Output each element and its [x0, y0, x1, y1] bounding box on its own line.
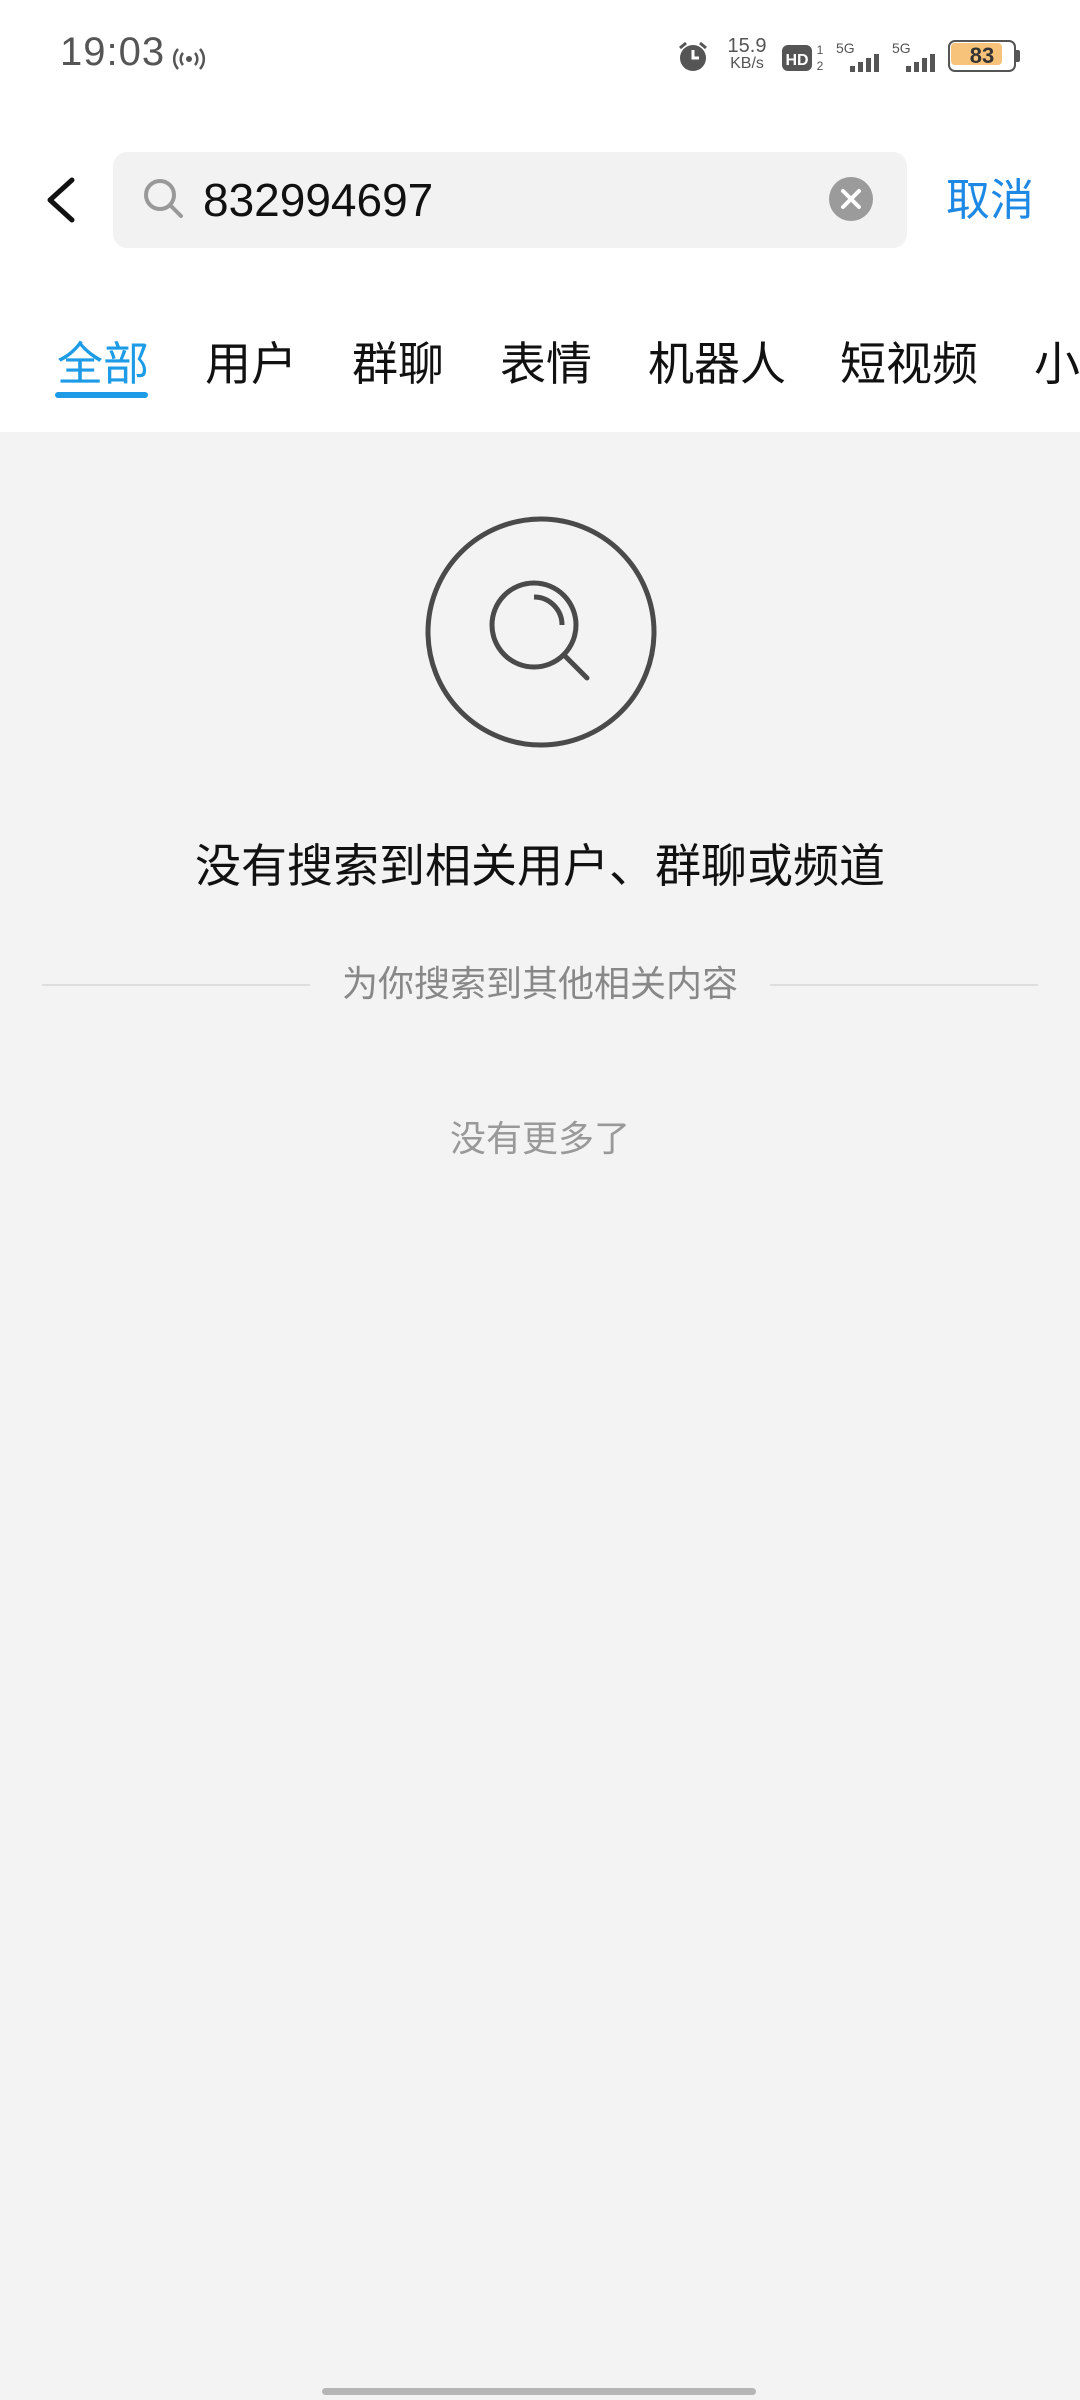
tab-users[interactable]: 用户 — [205, 328, 297, 394]
tab-all[interactable]: 全部 — [57, 328, 149, 394]
empty-search-icon — [425, 516, 657, 748]
home-indicator[interactable] — [322, 2388, 756, 2395]
search-icon — [144, 179, 183, 218]
battery-tip — [1016, 50, 1020, 62]
hd-icon: HD 1 2 — [782, 43, 824, 73]
divider-line-left — [42, 984, 310, 986]
no-more-text: 没有更多了 — [449, 1119, 630, 1160]
svg-text:1: 1 — [817, 43, 824, 57]
alarm-icon — [679, 41, 707, 71]
related-divider: 为你搜索到其他相关内容 — [42, 960, 1038, 1010]
search-box[interactable] — [113, 152, 907, 248]
status-time: 19:03 — [60, 30, 166, 74]
tab-group-chats[interactable]: 群聊 — [352, 328, 444, 394]
net-speed: 15.9 KB/s — [722, 36, 772, 72]
empty-result-message: 没有搜索到相关用户、群聊或频道 — [195, 839, 885, 893]
cancel-button[interactable]: 取消 — [946, 166, 1034, 236]
divider-line-right — [770, 984, 1038, 986]
tab-stickers[interactable]: 表情 — [500, 328, 592, 394]
net-speed-unit: KB/s — [730, 55, 764, 72]
hotspot-icon — [173, 48, 205, 70]
signal-sim1-icon: 5G — [836, 40, 879, 72]
sim2-label: 5G — [892, 40, 911, 56]
svg-text:2: 2 — [817, 59, 824, 73]
sim1-label: 5G — [836, 40, 855, 56]
back-arrow-icon[interactable] — [36, 160, 96, 240]
net-speed-value: 15.9 — [727, 35, 767, 57]
battery-icon: 83 — [948, 40, 1020, 72]
status-bar: 19:03 15.9 KB/s HD 1 2 5G 5G 83 — [0, 0, 1080, 110]
tab-bots[interactable]: 机器人 — [648, 328, 786, 394]
clear-icon[interactable] — [828, 176, 874, 222]
category-tabs: 全部 用户 群聊 表情 机器人 短视频 小 — [0, 320, 1080, 432]
tab-short-videos[interactable]: 短视频 — [840, 328, 978, 394]
tab-more[interactable]: 小 — [1034, 328, 1080, 394]
search-input[interactable] — [203, 152, 803, 248]
active-tab-indicator — [55, 392, 148, 398]
related-divider-text: 为你搜索到其他相关内容 — [341, 964, 738, 1005]
battery-level: 83 — [969, 43, 995, 68]
hd-label: HD — [785, 52, 808, 69]
signal-sim2-icon: 5G — [892, 40, 935, 72]
